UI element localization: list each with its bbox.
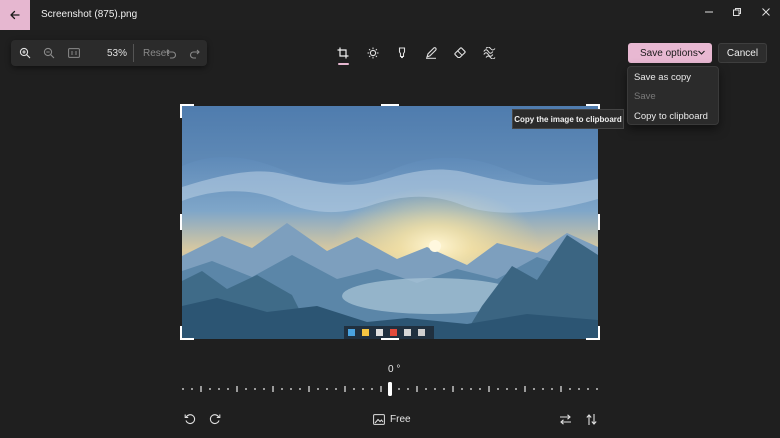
menu-item-save-as-copy[interactable]: Save as copy xyxy=(634,72,691,83)
zoom-out-button[interactable] xyxy=(41,45,57,61)
redo-button[interactable] xyxy=(186,45,202,61)
window-title: Screenshot (875).png xyxy=(41,9,138,20)
zoom-out-icon xyxy=(43,47,55,59)
crop-handle-top-left-v[interactable] xyxy=(180,104,182,118)
rotate-left-button[interactable] xyxy=(182,410,198,428)
zoom-toolbar: 53% Reset xyxy=(11,40,207,66)
aspect-ratio-icon xyxy=(373,413,385,425)
crop-handle-left[interactable] xyxy=(180,214,182,230)
crop-handle-top[interactable] xyxy=(381,104,399,106)
zoom-in-button[interactable] xyxy=(17,45,33,61)
actual-size-button[interactable] xyxy=(66,45,82,61)
crop-handle-bottom[interactable] xyxy=(381,338,399,340)
close-icon xyxy=(762,8,770,16)
title-bar: Screenshot (875).png xyxy=(0,0,780,30)
save-options-label: Save options xyxy=(640,48,698,59)
restore-icon xyxy=(733,8,741,16)
undo-button[interactable] xyxy=(163,45,179,61)
save-options-button[interactable]: Save options xyxy=(628,43,712,63)
redo-icon xyxy=(189,49,200,59)
crop-handle-top-left[interactable] xyxy=(180,104,194,106)
restore-button[interactable] xyxy=(726,4,748,20)
markup-tool[interactable] xyxy=(393,44,411,62)
filter-icon xyxy=(482,47,495,59)
menu-item-copy-to-clipboard[interactable]: Copy to clipboard xyxy=(634,111,708,122)
erase-tool[interactable] xyxy=(451,44,469,62)
minimize-button[interactable] xyxy=(698,4,720,20)
aspect-ratio-button[interactable] xyxy=(372,410,386,428)
save-options-menu: Save as copy Save Copy to clipboard xyxy=(627,66,719,125)
crop-handle-right[interactable] xyxy=(598,214,600,230)
rotate-right-icon xyxy=(209,414,221,425)
rotation-value: 0 ° xyxy=(388,364,401,375)
aspect-ratio-label[interactable]: Free xyxy=(390,414,411,425)
close-button[interactable] xyxy=(755,4,777,20)
flip-horizontal-button[interactable] xyxy=(557,410,573,428)
back-arrow-icon xyxy=(10,10,20,20)
menu-item-save[interactable]: Save xyxy=(634,91,656,102)
minimize-icon xyxy=(705,11,713,13)
chevron-down-icon xyxy=(697,48,706,60)
zoom-in-icon xyxy=(19,47,31,59)
flip-horizontal-icon xyxy=(559,413,571,425)
draw-tool[interactable] xyxy=(422,44,440,62)
active-tool-indicator xyxy=(338,63,349,65)
image-canvas[interactable] xyxy=(182,106,598,339)
toolbar-divider xyxy=(133,44,134,62)
landscape-image xyxy=(182,106,598,339)
rotation-slider[interactable] xyxy=(182,380,598,398)
crop-tool[interactable] xyxy=(334,44,352,62)
back-button[interactable] xyxy=(0,0,30,30)
rotation-slider-thumb xyxy=(388,382,392,396)
rotate-left-icon xyxy=(184,414,196,425)
erase-icon xyxy=(454,47,466,59)
copy-tooltip: Copy the image to clipboard xyxy=(512,109,624,129)
crop-icon xyxy=(337,47,349,59)
rotate-right-button[interactable] xyxy=(207,410,223,428)
undo-icon xyxy=(165,49,176,59)
crop-handle-bottom-right-v[interactable] xyxy=(598,326,600,340)
adjustment-tool[interactable] xyxy=(364,44,382,62)
markup-icon xyxy=(398,47,406,59)
flip-vertical-button[interactable] xyxy=(583,410,599,428)
zoom-level: 53% xyxy=(107,48,128,59)
adjust-brightness-icon xyxy=(367,47,379,59)
filter-tool[interactable] xyxy=(480,44,498,62)
crop-handle-bottom-left[interactable] xyxy=(180,338,194,340)
flip-vertical-icon xyxy=(585,413,597,425)
crop-handle-bottom-left-v[interactable] xyxy=(180,326,182,340)
cancel-button[interactable]: Cancel xyxy=(718,43,767,63)
draw-icon xyxy=(426,47,437,59)
actual-size-icon xyxy=(68,48,80,58)
